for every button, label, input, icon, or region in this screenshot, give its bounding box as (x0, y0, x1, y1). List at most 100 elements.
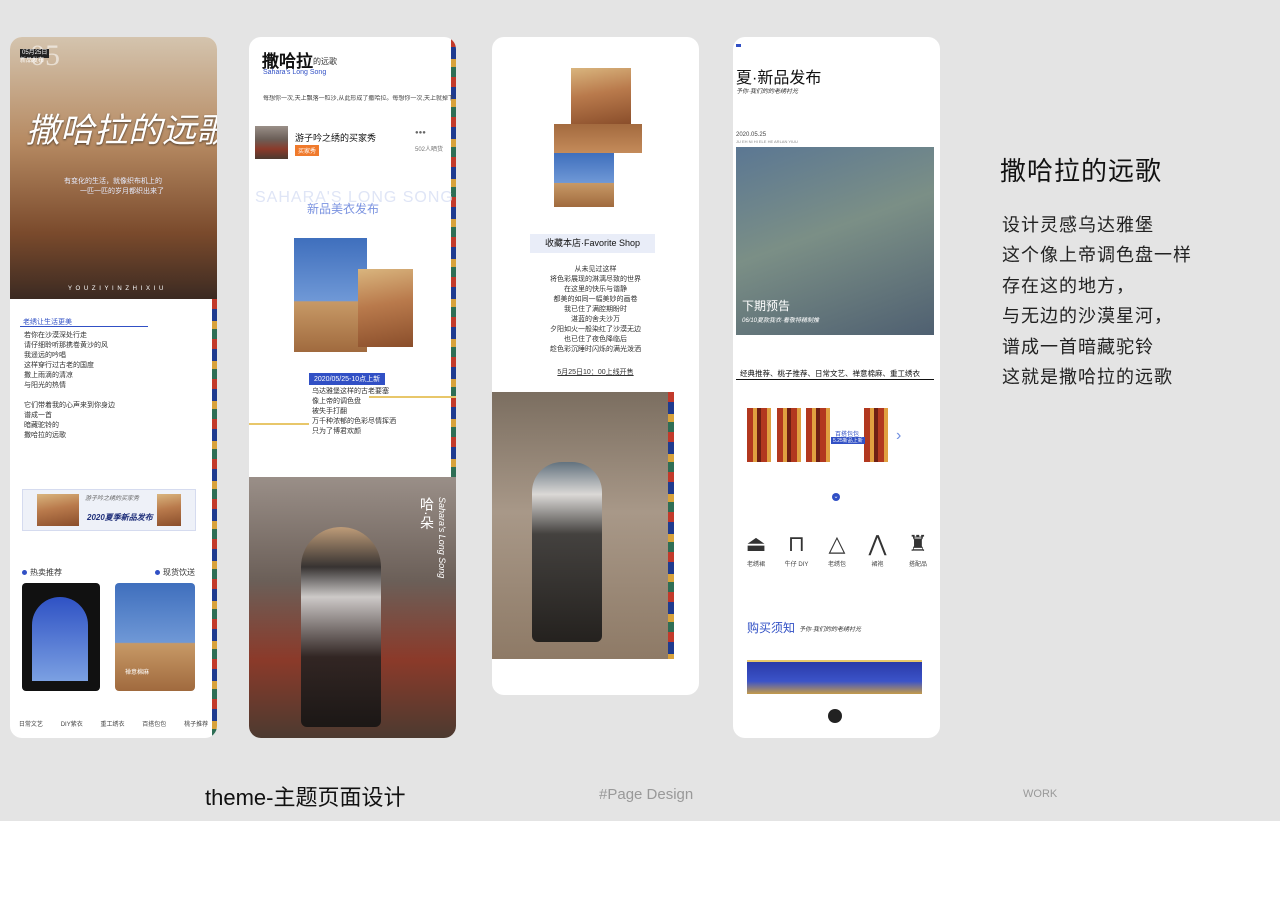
arch-sky (32, 597, 88, 681)
poem-line: 乌达雅堡这样的古老要塞 (312, 388, 389, 395)
bag-icon: △ (828, 531, 846, 556)
design-card-4: 夏·新品发布 予你·我们的的老绣衬光 2020.05.25 JU EH NI H… (733, 37, 940, 738)
intro-desc: 每想你一次,天上飘落一粒沙,从此形成了撒哈拉。每想你一次,天上就掉下一滴水, (263, 96, 453, 102)
category-icon-item[interactable]: △ 老绣包 (818, 527, 856, 570)
category-icon-label: 牛仔 DIY (784, 562, 809, 568)
embroidery-strip (212, 299, 217, 738)
photo-label: 禅意棉麻 (125, 670, 150, 676)
category-underline (736, 379, 934, 380)
dress-icon: ⏏ (745, 531, 767, 556)
chevron-down-icon[interactable]: ⌄ (832, 493, 840, 501)
bottom-nav: 日常文艺 DIY紫衣 重工绣衣 百搭包包 桃子推荐 (10, 721, 217, 730)
chevron-right-icon[interactable]: › (896, 427, 901, 445)
intro-line-1: 有变化的生活，就像织布机上的 (64, 178, 162, 185)
nav-item[interactable]: 日常文艺 (19, 721, 43, 730)
nav-item[interactable]: 重工绣衣 (100, 721, 124, 730)
intro-line-2: 一匹一匹的岁月都织出来了 (80, 188, 164, 195)
category-icons: ⏏ 老绣裙 ⊓ 牛仔 DIY △ 老绣包 ⋀ 裙袍 ♜ 搭配品 (737, 527, 937, 570)
new-release-banner[interactable]: 游子吟之绣的买家秀 2020夏季新品发布 (22, 489, 196, 531)
photo-wall-sky (294, 238, 367, 352)
bag-photo[interactable] (864, 408, 888, 462)
pinyin-strip: Y O U Z I Y I N Z H I X I U (68, 286, 165, 292)
banner-image-right (157, 494, 181, 526)
sidebar-line: 这就是撒哈拉的远歌 (1002, 367, 1173, 388)
photo-adobe-wall (554, 124, 642, 153)
category-icon-item[interactable]: ⋀ 裙袍 (859, 527, 897, 570)
product-photo-wall[interactable]: 禅意棉麻 (115, 583, 195, 691)
category-list[interactable]: 经典推荐、桃子推荐、日常文艺、禅意棉麻、重工绣衣 (740, 368, 920, 379)
blue-city-photo (747, 660, 922, 694)
stock-label[interactable]: 现货饮送 (163, 568, 195, 578)
poem-line: 撒上雨滴的清凉 (24, 372, 73, 379)
overalls-icon: ⊓ (787, 531, 806, 556)
shop-avatar[interactable] (255, 126, 288, 159)
avatar-group: ●●● (415, 130, 426, 136)
sidebar-line: 与无边的沙漠星河， (1002, 306, 1173, 327)
vertical-title: 哈·朵 (419, 497, 435, 530)
category-icon-item[interactable]: ⏏ 老绣裙 (737, 527, 775, 570)
poem-line: 被失手打翻 (312, 408, 347, 415)
sidebar-lines: 设计灵感乌达雅堡 这个像上帝调色盘一样 存在这的地方， 与无边的沙漠星河， 谱成… (1002, 210, 1192, 392)
calligraphy-title: 撒哈拉的远歌 (26, 113, 217, 150)
sidebar-line: 谱成一首暗藏驼铃 (1002, 336, 1154, 357)
date-sub: 新品发布 (20, 58, 45, 64)
poem-line: 都美的如同一幅美妙的画卷 (553, 296, 638, 303)
next-preview-label: 下期预告 (742, 299, 791, 313)
shop-tag: 买家秀 (295, 145, 320, 156)
poem-line: 这样穿行过古老的国度 (24, 362, 94, 369)
category-icon-label: 裙袍 (871, 562, 884, 568)
photo-tower-sky (554, 153, 614, 207)
section-title: 新品美衣发布 (307, 202, 380, 216)
poem-line: 我遥远的吟唱 (24, 352, 66, 359)
buy-notice-sub: 予你·我们的的老绣衬光 (799, 627, 861, 633)
sidebar-title: 撒哈拉的远歌 (1000, 156, 1163, 186)
product-photo-arch[interactable] (22, 583, 100, 691)
hot-dot-icon (22, 570, 27, 575)
poem-line: 湛蓝的舍夫沙万 (571, 316, 620, 323)
poem-line: 在这里的快乐与谐静 (564, 286, 627, 293)
theme-caption: theme-主题页面设计 (205, 785, 406, 810)
poem-line: 我已住了满腔期盼时 (564, 306, 627, 313)
accessory-icon: ♜ (908, 531, 928, 556)
model-figure (532, 462, 602, 642)
poem-line: 只为了博君欢颜 (312, 428, 361, 435)
favorite-shop-button[interactable]: 收藏本店·Favorite Shop (530, 234, 655, 253)
photo-adobe-tower (358, 269, 413, 347)
poem-line: 暗藏驼铃的 (24, 422, 59, 429)
hot-label[interactable]: 热卖推荐 (30, 568, 62, 578)
sidebar-line: 设计灵感乌达雅堡 (1002, 215, 1154, 235)
poem-line: 像上帝的调色盘 (312, 398, 361, 405)
bag-photo[interactable] (777, 408, 801, 462)
bag-photo[interactable] (747, 408, 771, 462)
nav-item[interactable]: 百搭包包 (142, 721, 166, 730)
poem-line: 撒哈拉的远歌 (24, 432, 66, 439)
brand-logo-icon (828, 709, 842, 723)
category-icon-item[interactable]: ♜ 搭配品 (899, 527, 937, 570)
shop-name[interactable]: 游子吟之绣的买家秀 (295, 131, 376, 144)
design-card-3: 收藏本店·Favorite Shop 从未见过这样 将色彩展现的淋漓尽致的世界 … (492, 37, 699, 695)
page-title: 夏·新品发布 (736, 70, 822, 87)
launch-block: 5月25日10：00上线开售 (492, 361, 699, 379)
banner-small: 游子吟之绣的买家秀 (85, 496, 140, 502)
showcase-stage: 05 05月25日 新品发布 撒哈拉的远歌 有变化的生活，就像织布机上的 一匹一… (0, 0, 1280, 821)
watercolor-hero-image (10, 37, 217, 299)
poem-line: 从未见过这样 (574, 266, 617, 273)
design-card-1: 05 05月25日 新品发布 撒哈拉的远歌 有变化的生活，就像织布机上的 一匹一… (10, 37, 217, 738)
poem-line: 趁色彩沉睡时闪烁的满光泼洒 (550, 346, 641, 353)
poem-line: 若你在沙漠深处行走 (24, 332, 87, 339)
date-bar: 2020/05/25-10点上新 (309, 373, 386, 385)
promo-sub: 5.25新品上新 (831, 437, 865, 444)
poem-line: 它们带着我的心声来到你身边 (24, 402, 115, 409)
followers-count: 502人晒货 (415, 147, 444, 153)
category-icon-label: 老绣包 (827, 562, 846, 568)
poem-line: 也已住了夜色降临后 (564, 336, 627, 343)
poem-line: 夕阳如火一般染红了沙漠无边 (550, 326, 641, 333)
poem-line: 谱成一首 (24, 412, 52, 419)
nav-item[interactable]: 桃子推荐 (184, 721, 208, 730)
category-icon-item[interactable]: ⊓ 牛仔 DIY (778, 527, 816, 570)
model-photo: 哈·朵 Sahara's Long Song (249, 477, 456, 738)
bag-photo[interactable] (806, 408, 830, 462)
nav-item[interactable]: DIY紫衣 (61, 721, 83, 730)
design-card-2: 撒哈拉 的远歌 Sahara's Long Song 每想你一次,天上飘落一粒沙… (249, 37, 456, 738)
photo-arch-ruin (571, 68, 631, 124)
